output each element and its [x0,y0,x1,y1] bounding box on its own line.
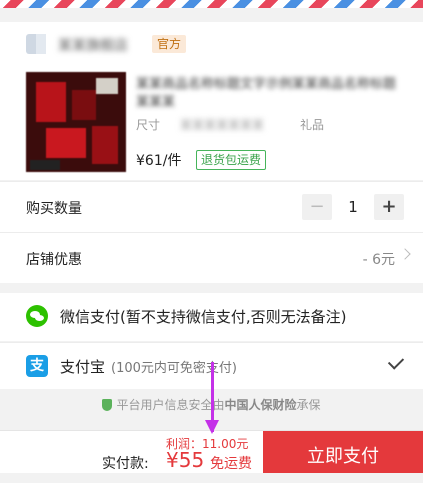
total-amount: ¥55 [166,448,205,472]
product-price: ¥61/件 [136,153,182,169]
quantity-minus-button[interactable]: − [302,194,332,220]
annotation-arrow-head [205,420,219,434]
insurer-name: 中国人保财险 [224,398,297,412]
shop-name[interactable]: 某某旗舰店 [58,35,148,53]
return-shipping-tag: 退货包运费 [196,150,267,170]
quantity-plus-button[interactable]: + [374,194,404,220]
checkmark-icon [387,353,405,370]
chevron-right-icon [399,248,411,260]
quantity-row: 购买数量 − 1 + [0,181,423,232]
shop-discount-label: 店铺优惠 [26,252,82,268]
wechat-pay-label: 微信支付(暂不支持微信支付,否则无法备注) [60,308,347,326]
alipay-sublabel: (100元内可免密支付) [111,361,237,376]
checkout-bar: 利润：11.00元 实付款: ¥55 免运费 立即支付 [0,430,423,473]
shop-icon [26,34,46,54]
product-item[interactable]: 某某商品名称标题文字示例某某商品名称标题 某某某 尺寸 某某某某某某某 礼品 ¥… [0,68,423,180]
product-spec-value: 某某某某某某某 [180,118,265,132]
airmail-border [0,0,423,8]
total-label: 实付款: [102,456,149,472]
shop-discount-value: - 6元 [362,252,395,268]
quantity-label: 购买数量 [26,201,82,217]
official-badge: 官方 [152,35,187,53]
shipping-free-text: 免运费 [210,456,252,472]
alipay-label: 支付宝 [60,358,106,376]
wechat-pay-icon [26,305,48,327]
security-notice-prefix: 平台用户信息安全由 [116,398,225,412]
product-thumbnail[interactable] [26,72,126,172]
security-notice-suffix: 承保 [296,398,321,412]
quantity-value[interactable]: 1 [332,194,374,220]
product-spec-tail: 礼品 [300,118,325,132]
payment-option-wechat[interactable]: 微信支付(暂不支持微信支付,否则无法备注) [0,293,423,341]
shop-header[interactable]: 某某旗舰店 官方 [0,22,423,68]
alipay-icon: 支 [26,355,48,377]
product-spec-label: 尺寸 [136,118,161,132]
shop-discount-row[interactable]: 店铺优惠 - 6元 [0,232,423,283]
pay-now-button[interactable]: 立即支付 [263,431,423,473]
product-title[interactable]: 某某商品名称标题文字示例某某商品名称标题 某某某 [136,76,406,112]
shield-icon [102,399,113,411]
